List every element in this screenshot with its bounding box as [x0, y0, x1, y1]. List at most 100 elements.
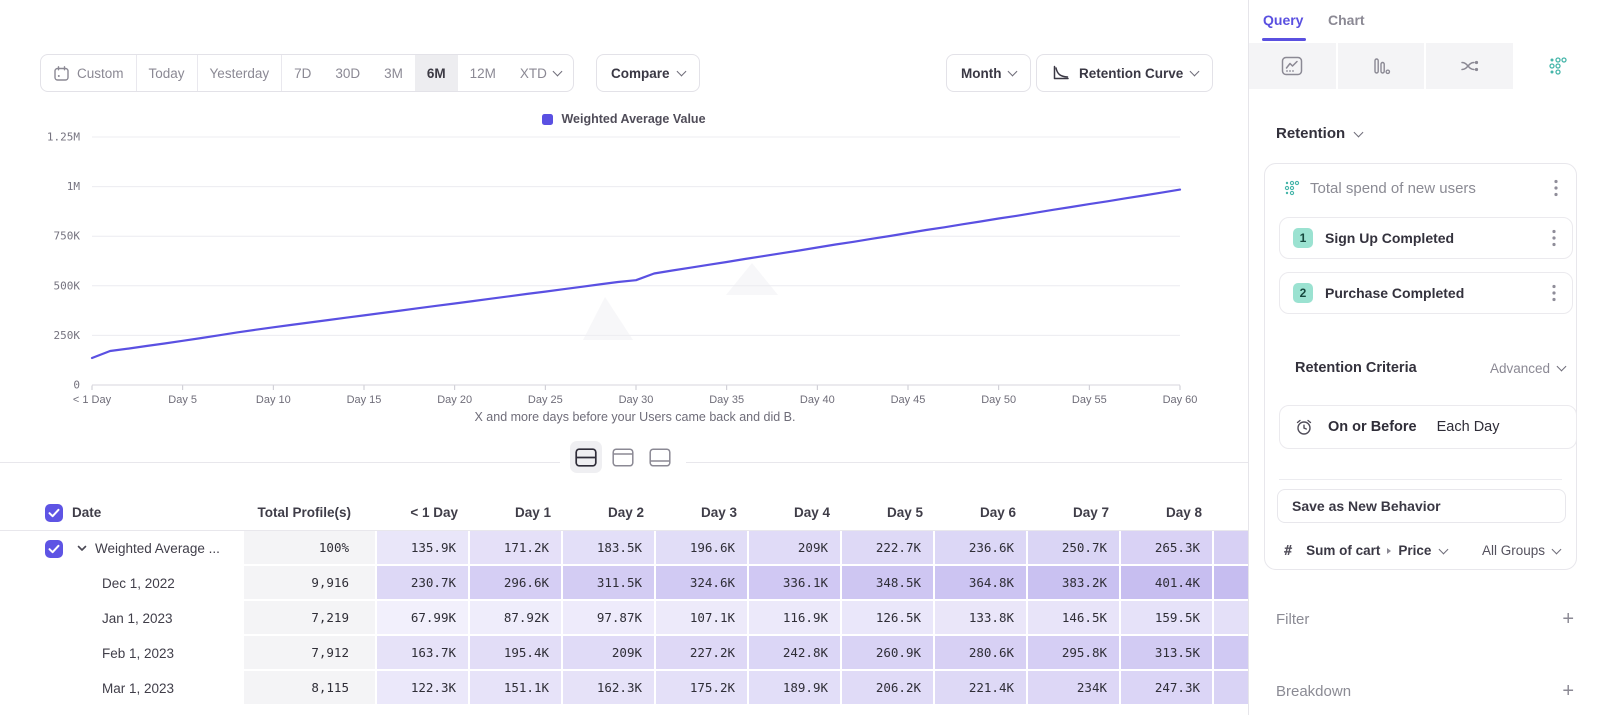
measure-property[interactable]: Price — [1398, 543, 1431, 558]
retention-value-cell[interactable]: 151.1K — [470, 671, 563, 706]
overflow-column-sliver — [1214, 671, 1248, 706]
retention-value-cell[interactable]: 295.8K — [1028, 636, 1121, 671]
retention-value-cell[interactable]: 146.5K — [1028, 601, 1121, 636]
save-as-new-behavior-button[interactable]: Save as New Behavior — [1277, 489, 1566, 523]
retention-value-cell[interactable]: 135.9K — [377, 531, 470, 566]
report-tab-funnels-icon[interactable] — [1338, 43, 1427, 89]
timing-frequency[interactable]: Each Day — [1437, 419, 1500, 435]
range-custom[interactable]: Custom — [41, 55, 137, 91]
add-breakdown-button[interactable]: + — [1562, 680, 1574, 703]
retention-value-cell[interactable]: 324.6K — [656, 566, 749, 601]
range-today[interactable]: Today — [137, 55, 198, 91]
retention-value-cell[interactable]: 265.3K — [1121, 531, 1214, 566]
retention-value-cell[interactable]: 206.2K — [842, 671, 935, 706]
retention-value-cell[interactable]: 336.1K — [749, 566, 842, 601]
behavior-header[interactable]: Total spend of new users — [1265, 164, 1576, 212]
kebab-menu-icon[interactable] — [1550, 227, 1558, 249]
retention-value-cell[interactable]: 162.3K — [563, 671, 656, 706]
column-header-sliver — [1214, 495, 1248, 530]
retention-value-cell[interactable]: 260.9K — [842, 636, 935, 671]
retention-value-cell[interactable]: 209K — [749, 531, 842, 566]
retention-value-cell[interactable]: 311.5K — [563, 566, 656, 601]
layout-toggle-split-rows-icon[interactable] — [570, 441, 602, 473]
timing-card[interactable]: On or Before Each Day — [1279, 405, 1577, 449]
retention-value-cell[interactable]: 87.92K — [470, 601, 563, 636]
retention-value-cell[interactable]: 401.4K — [1121, 566, 1214, 601]
retention-value-cell[interactable]: 107.1K — [656, 601, 749, 636]
retention-value-cell[interactable]: 364.8K — [935, 566, 1028, 601]
granularity-dropdown[interactable]: Month — [946, 54, 1031, 92]
retention-value-cell[interactable]: 183.5K — [563, 531, 656, 566]
weighted-average-line[interactable] — [92, 190, 1180, 358]
row-date-cell: Feb 1, 2023 — [0, 636, 244, 671]
chevron-down-icon[interactable] — [77, 545, 87, 552]
layout-toggle-bottom-panel-icon[interactable] — [644, 441, 676, 473]
report-tab-retention-icon[interactable] — [1515, 43, 1600, 89]
retention-value-cell[interactable]: 348.5K — [842, 566, 935, 601]
retention-value-cell[interactable]: 189.9K — [749, 671, 842, 706]
range-xtd[interactable]: XTD — [508, 55, 573, 91]
column-header: Day 5 — [842, 495, 935, 530]
retention-value-cell[interactable]: 175.2K — [656, 671, 749, 706]
report-tab-flows-icon[interactable] — [1426, 43, 1515, 89]
range-label: 30D — [335, 66, 360, 81]
y-tick-label: 0 — [73, 379, 80, 392]
retention-value-cell[interactable]: 221.4K — [935, 671, 1028, 706]
retention-value-cell[interactable]: 383.2K — [1028, 566, 1121, 601]
kebab-menu-icon[interactable] — [1550, 282, 1558, 304]
overflow-column-sliver — [1214, 531, 1248, 566]
behavior-step-2[interactable]: 2Purchase Completed — [1279, 272, 1573, 314]
retention-value-cell[interactable]: 171.2K — [470, 531, 563, 566]
retention-value-cell[interactable]: 126.5K — [842, 601, 935, 636]
tab-chart[interactable]: Chart — [1328, 12, 1365, 28]
retention-value-cell[interactable]: 133.8K — [935, 601, 1028, 636]
compare-label: Compare — [611, 66, 670, 81]
retention-value-cell[interactable]: 234K — [1028, 671, 1121, 706]
tab-query[interactable]: Query — [1263, 12, 1303, 28]
chart-type-dropdown[interactable]: Retention Curve — [1036, 54, 1213, 92]
retention-value-cell[interactable]: 122.3K — [377, 671, 470, 706]
kebab-menu-icon[interactable] — [1552, 177, 1560, 199]
row-checkbox[interactable] — [45, 540, 63, 558]
retention-value-cell[interactable]: 230.7K — [377, 566, 470, 601]
retention-value-cell[interactable]: 250.7K — [1028, 531, 1121, 566]
row-label: Dec 1, 2022 — [102, 567, 175, 600]
retention-value-cell[interactable]: 296.6K — [470, 566, 563, 601]
retention-section-dropdown[interactable]: Retention — [1276, 125, 1362, 142]
report-tab-insights-icon[interactable] — [1249, 43, 1338, 89]
range-6m[interactable]: 6M — [415, 55, 458, 91]
retention-value-cell[interactable]: 247.3K — [1121, 671, 1214, 706]
retention-value-cell[interactable]: 222.7K — [842, 531, 935, 566]
range-label: XTD — [520, 66, 547, 81]
retention-value-cell[interactable]: 242.8K — [749, 636, 842, 671]
watermark-triangle — [583, 297, 633, 340]
filter-label: Filter — [1276, 611, 1562, 628]
layout-toggle-top-panel-icon[interactable] — [607, 441, 639, 473]
behavior-step-1[interactable]: 1Sign Up Completed — [1279, 217, 1573, 259]
add-filter-button[interactable]: + — [1562, 608, 1574, 631]
select-all-checkbox[interactable] — [45, 504, 63, 522]
range-yesterday[interactable]: Yesterday — [198, 55, 283, 91]
range-30d[interactable]: 30D — [323, 55, 372, 91]
criteria-mode-dropdown[interactable]: Advanced — [1490, 361, 1565, 376]
retention-value-cell[interactable]: 97.87K — [563, 601, 656, 636]
retention-value-cell[interactable]: 227.2K — [656, 636, 749, 671]
range-12m[interactable]: 12M — [458, 55, 508, 91]
retention-value-cell[interactable]: 196.6K — [656, 531, 749, 566]
range-7d[interactable]: 7D — [282, 55, 323, 91]
measure-event[interactable]: Sum of cart — [1306, 543, 1380, 558]
retention-value-cell[interactable]: 195.4K — [470, 636, 563, 671]
retention-value-cell[interactable]: 163.7K — [377, 636, 470, 671]
retention-value-cell[interactable]: 67.99K — [377, 601, 470, 636]
groups-dropdown[interactable]: All Groups — [1482, 543, 1560, 558]
range-3m[interactable]: 3M — [372, 55, 415, 91]
retention-value-cell[interactable]: 236.6K — [935, 531, 1028, 566]
retention-value-cell[interactable]: 280.6K — [935, 636, 1028, 671]
timing-condition[interactable]: On or Before — [1328, 419, 1417, 435]
retention-value-cell[interactable]: 159.5K — [1121, 601, 1214, 636]
retention-value-cell[interactable]: 209K — [563, 636, 656, 671]
retention-value-cell[interactable]: 313.5K — [1121, 636, 1214, 671]
retention-line-chart[interactable]: 0250K500K750K1M1.25M< 1 DayDay 5Day 10Da… — [0, 105, 1248, 435]
retention-value-cell[interactable]: 116.9K — [749, 601, 842, 636]
compare-button[interactable]: Compare — [596, 54, 700, 92]
